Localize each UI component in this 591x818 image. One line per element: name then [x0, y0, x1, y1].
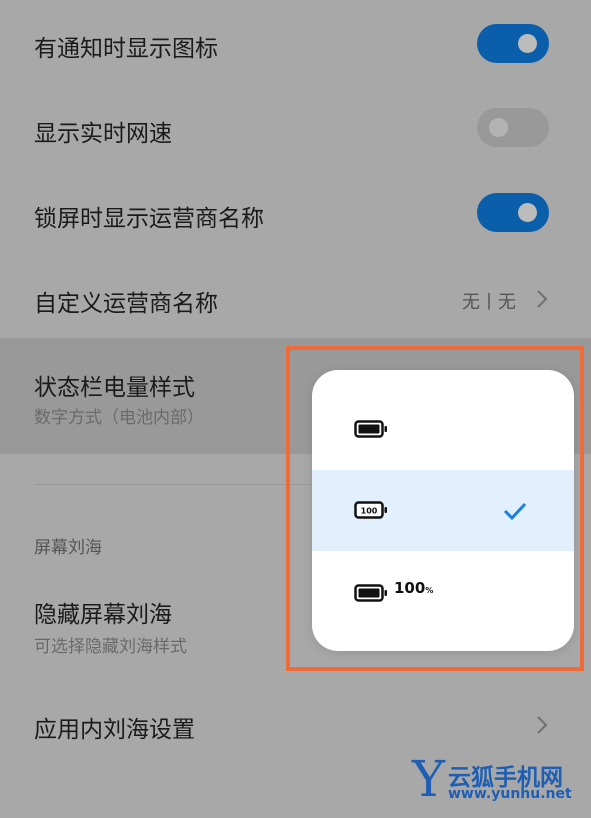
- annotation-highlight-frame: [286, 346, 584, 671]
- setting-row-network-speed[interactable]: 显示实时网速: [0, 86, 591, 171]
- setting-row-notification-icons[interactable]: 有通知时显示图标: [0, 0, 591, 86]
- row-title: 状态栏电量样式: [34, 375, 195, 401]
- row-subtitle: 数字方式（电池内部）: [34, 408, 204, 428]
- setting-row-custom-carrier[interactable]: 自定义运营商名称 无丨无: [0, 256, 591, 338]
- chevron-right-icon: [537, 716, 548, 734]
- watermark: Y 云狐手机网 www.yunhu.net: [412, 750, 591, 808]
- toggle-knob: [489, 118, 508, 137]
- section-header-notch: 屏幕刘海: [34, 538, 102, 558]
- lockscreen-carrier-toggle[interactable]: [477, 193, 549, 232]
- watermark-url: www.yunhu.net: [448, 786, 572, 802]
- watermark-logo-letter: Y: [412, 750, 446, 808]
- row-title: 有通知时显示图标: [34, 36, 218, 62]
- toggle-knob: [518, 203, 537, 222]
- row-title: 显示实时网速: [34, 121, 172, 147]
- carrier-value: 无丨无: [462, 292, 516, 313]
- setting-row-app-notch[interactable]: 应用内刘海设置: [0, 684, 591, 766]
- row-title: 应用内刘海设置: [34, 717, 195, 743]
- row-title: 隐藏屏幕刘海: [34, 602, 172, 628]
- row-title: 自定义运营商名称: [34, 291, 218, 317]
- setting-row-lockscreen-carrier[interactable]: 锁屏时显示运营商名称: [0, 171, 591, 256]
- chevron-right-icon: [537, 290, 548, 308]
- network-speed-toggle[interactable]: [477, 108, 549, 147]
- notification-icons-toggle[interactable]: [477, 24, 549, 63]
- row-subtitle: 可选择隐藏刘海样式: [34, 637, 187, 657]
- row-title: 锁屏时显示运营商名称: [34, 206, 264, 232]
- toggle-knob: [518, 34, 537, 53]
